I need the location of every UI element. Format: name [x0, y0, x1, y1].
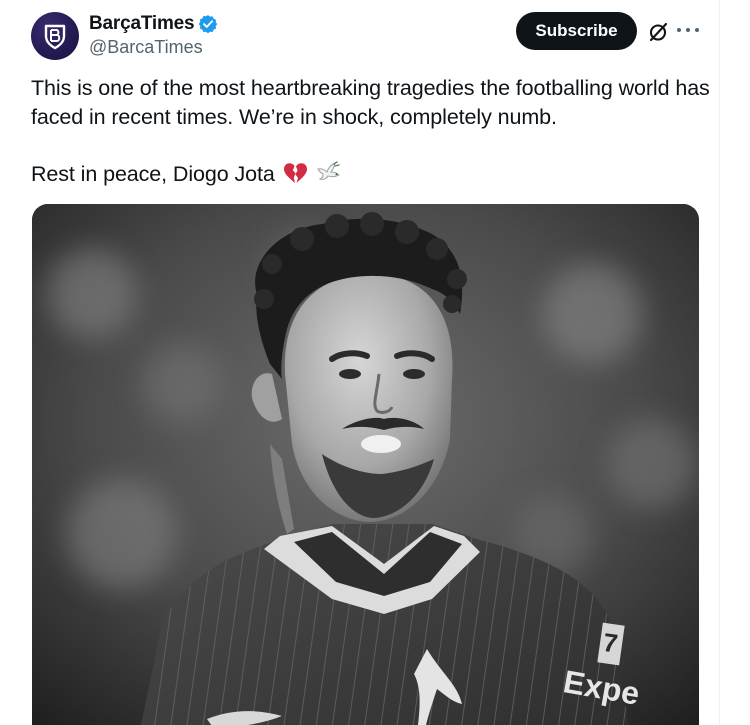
avatar[interactable] [31, 12, 79, 60]
barcatimes-crest-icon [44, 24, 66, 50]
grok-icon[interactable] [646, 20, 670, 44]
tweet-header: BarçaTimes @BarcaTimes Subscribe [31, 12, 701, 62]
tweet-text: This is one of the most heartbreaking tr… [31, 74, 711, 189]
author-handle[interactable]: @BarcaTimes [89, 37, 218, 58]
subscribe-button[interactable]: Subscribe [516, 12, 637, 50]
author-info: BarçaTimes @BarcaTimes [89, 12, 218, 58]
timeline-right-border [719, 0, 720, 725]
verified-badge-icon[interactable] [198, 14, 218, 34]
broken-heart-icon [283, 163, 307, 183]
more-icon[interactable] [677, 22, 699, 38]
dove-icon [317, 161, 341, 180]
author-display-name[interactable]: BarçaTimes [89, 13, 195, 35]
display-name-row: BarçaTimes [89, 12, 218, 36]
tweet-paragraph: Rest in peace, Diogo Jota [31, 160, 711, 189]
tweet-closing-line: Rest in peace, Diogo Jota [31, 162, 275, 186]
more-dot [686, 28, 690, 32]
tweet-paragraph: This is one of the most heartbreaking tr… [31, 76, 710, 129]
player-photo: 7 Expe [32, 204, 699, 725]
more-dot [677, 28, 681, 32]
tweet-photo[interactable]: 7 Expe [32, 204, 699, 725]
more-dot [695, 28, 699, 32]
